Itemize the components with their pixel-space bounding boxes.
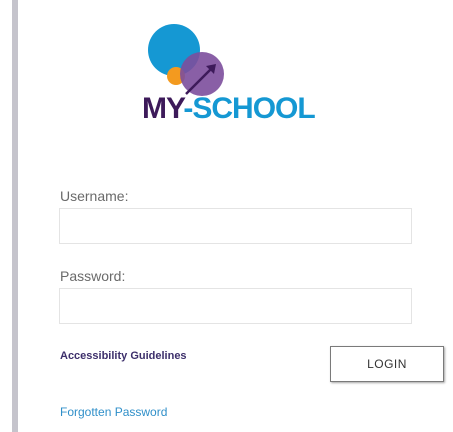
logo-wordmark: MY-SCHOOL: [142, 92, 316, 125]
forgotten-password-link[interactable]: Forgotten Password: [60, 405, 167, 419]
login-button[interactable]: LOGIN: [330, 346, 444, 382]
accessibility-guidelines-link[interactable]: Accessibility Guidelines: [60, 350, 187, 362]
logo-text-my: MY: [142, 92, 184, 125]
username-input[interactable]: [59, 208, 412, 244]
my-school-logo: MY-SCHOOL: [140, 8, 340, 138]
password-label: Password:: [60, 268, 126, 284]
username-label: Username:: [60, 188, 129, 204]
password-input[interactable]: [59, 288, 412, 324]
logo-text-school: -SCHOOL: [183, 92, 315, 125]
left-border-bar: [12, 0, 18, 432]
